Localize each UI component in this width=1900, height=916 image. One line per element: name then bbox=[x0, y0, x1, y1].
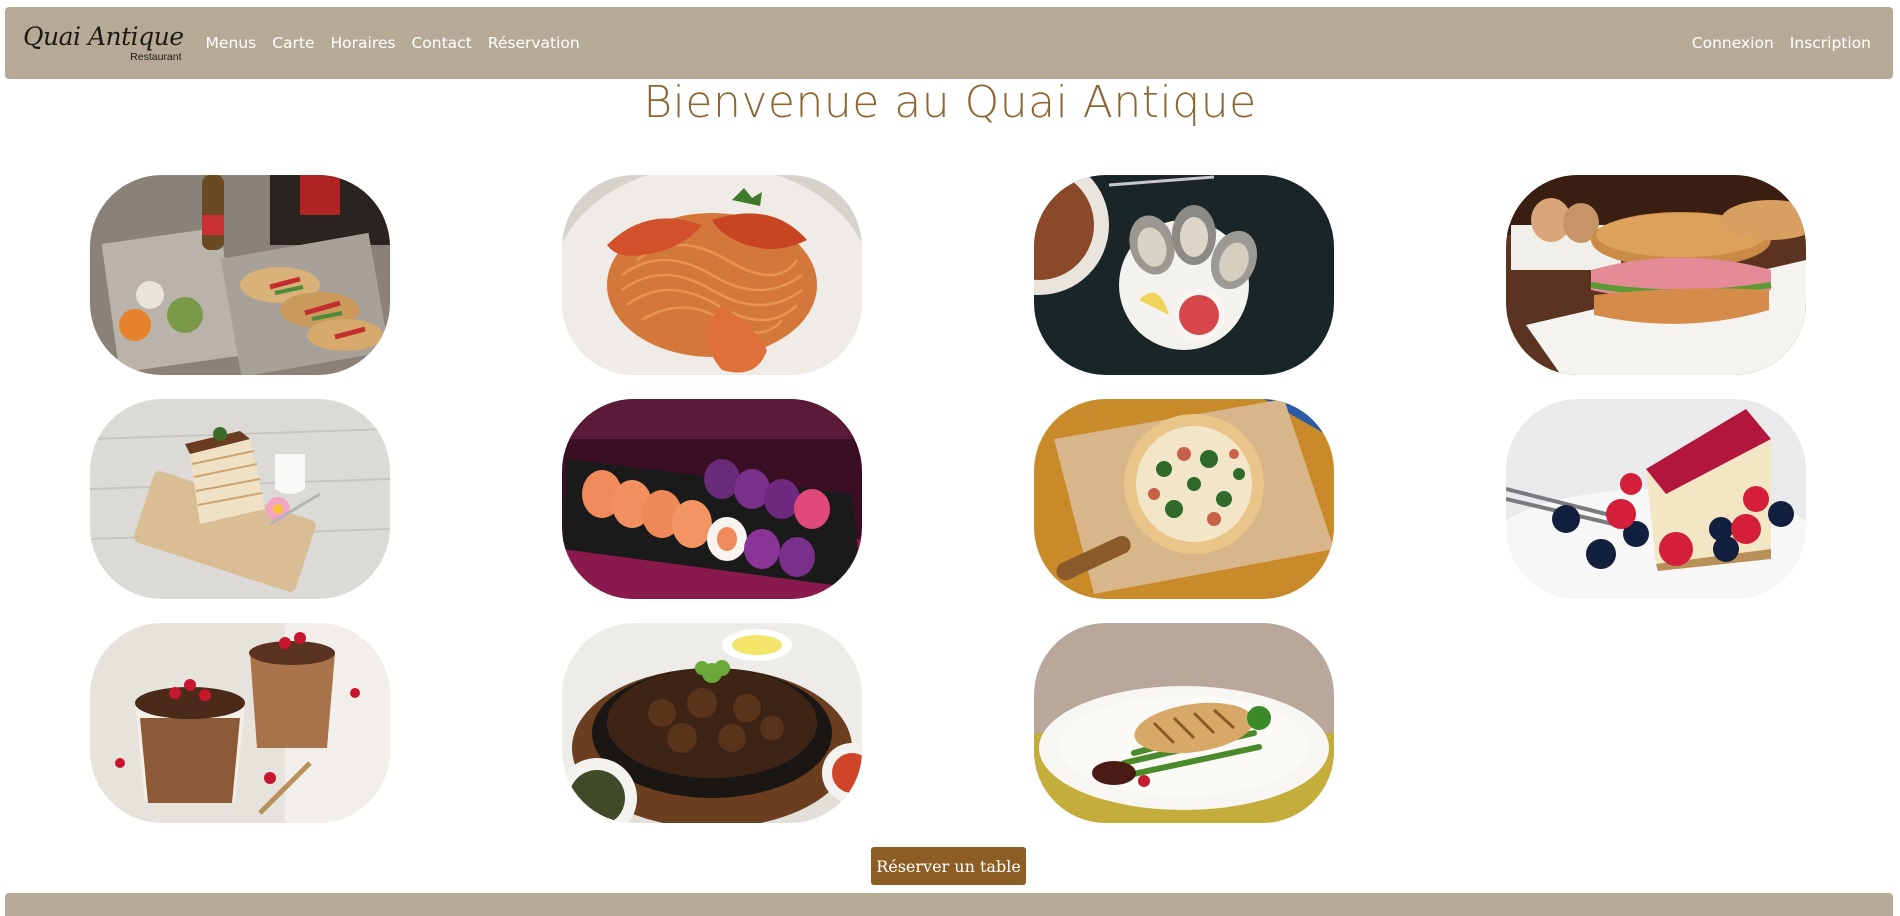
nav-left: Quai Antique Restaurant Menus Carte Hora… bbox=[23, 24, 596, 63]
grilled-fish-image bbox=[1034, 623, 1334, 823]
nav-link-horaires[interactable]: Horaires bbox=[331, 34, 396, 52]
main-nav: Menus Carte Horaires Contact Réservation bbox=[206, 34, 596, 52]
sushi-image bbox=[562, 399, 862, 599]
brand-logo[interactable]: Quai Antique Restaurant bbox=[23, 24, 184, 63]
brand-name: Quai Antique bbox=[23, 21, 184, 51]
account-nav: Connexion Inscription bbox=[1676, 34, 1871, 52]
crepe-cake-image bbox=[90, 399, 390, 599]
pizza-image bbox=[1034, 399, 1334, 599]
signup-link[interactable]: Inscription bbox=[1790, 34, 1871, 52]
beef-bulgogi-image bbox=[562, 623, 862, 823]
nav-link-reservation[interactable]: Réservation bbox=[488, 34, 580, 52]
nav-link-menus[interactable]: Menus bbox=[206, 34, 257, 52]
oysters-image bbox=[1034, 175, 1334, 375]
tacos-image bbox=[90, 175, 390, 375]
chocolate-mousse-image bbox=[90, 623, 390, 823]
login-link[interactable]: Connexion bbox=[1692, 34, 1774, 52]
shrimp-pasta-image bbox=[562, 175, 862, 375]
cheesecake-image bbox=[1506, 399, 1806, 599]
footer bbox=[5, 893, 1893, 916]
reserve-table-button[interactable]: Réserver un table bbox=[871, 847, 1026, 885]
dish-gallery bbox=[90, 175, 1806, 823]
navbar: Quai Antique Restaurant Menus Carte Hora… bbox=[5, 7, 1893, 79]
nav-link-contact[interactable]: Contact bbox=[411, 34, 471, 52]
nav-link-carte[interactable]: Carte bbox=[272, 34, 314, 52]
brand-subtitle: Restaurant bbox=[130, 50, 182, 63]
page-title: Bienvenue au Quai Antique bbox=[643, 77, 1257, 128]
ham-sandwich-image bbox=[1506, 175, 1806, 375]
